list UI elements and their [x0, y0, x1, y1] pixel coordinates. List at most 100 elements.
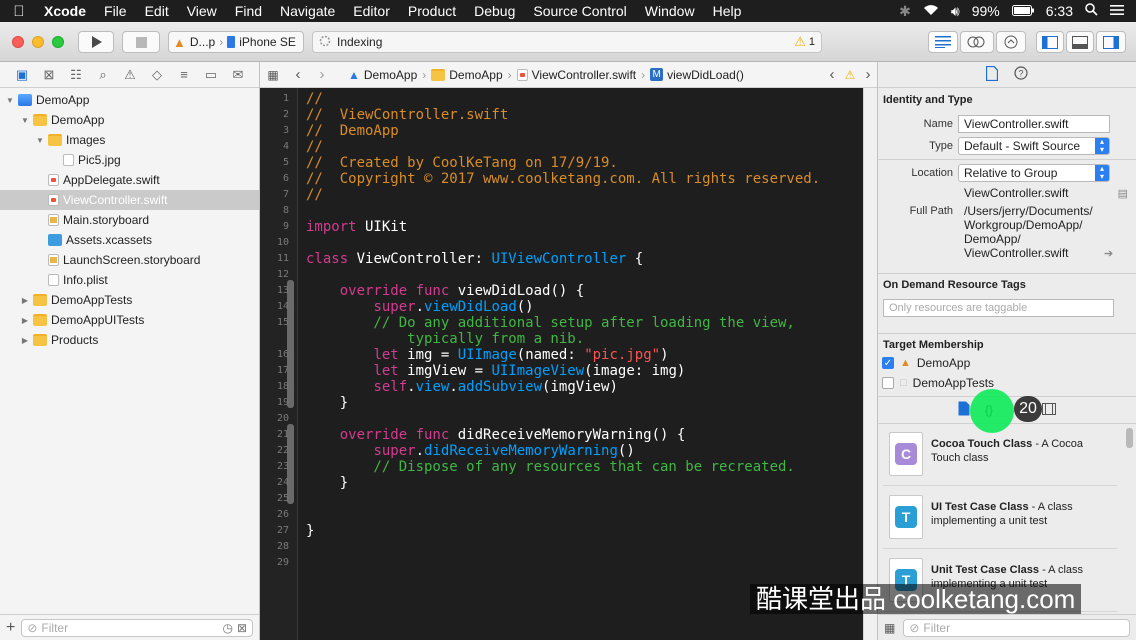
library-filter-input[interactable]: ⊘ Filter	[903, 618, 1130, 637]
add-file-icon[interactable]: +	[6, 619, 15, 637]
line-number: 20	[276, 413, 289, 424]
target-checkbox[interactable]	[882, 377, 894, 389]
tree-row[interactable]: Assets.xcassets	[0, 230, 259, 250]
breadcrumb-group[interactable]: DemoApp	[431, 68, 503, 82]
menu-source-control[interactable]: Source Control	[524, 3, 635, 19]
library-scrollbar[interactable]	[1126, 428, 1133, 448]
tree-row[interactable]: AppDelegate.swift	[0, 170, 259, 190]
tree-row[interactable]: Main.storyboard	[0, 210, 259, 230]
breakpoint-navigator-icon[interactable]: ▭	[203, 67, 219, 83]
debug-navigator-icon[interactable]: ≡	[176, 67, 192, 82]
warning-indicator[interactable]: ⚠ 1	[794, 34, 815, 50]
clock[interactable]: 6:33	[1046, 3, 1073, 19]
menu-find[interactable]: Find	[226, 3, 271, 19]
disclosure-closed-icon[interactable]: ▶	[19, 296, 31, 305]
breadcrumb-project[interactable]: ▲ DemoApp	[348, 68, 417, 82]
tree-row[interactable]: ▶ DemoAppUITests	[0, 310, 259, 330]
tree-row[interactable]: ▼ DemoApp	[0, 110, 259, 130]
notification-center-icon[interactable]	[1110, 3, 1124, 19]
reveal-folder-icon[interactable]: ▤	[1118, 187, 1128, 200]
issue-warning-icon[interactable]: ⚠	[841, 68, 859, 82]
standard-editor-button[interactable]	[928, 31, 958, 53]
menu-debug[interactable]: Debug	[465, 3, 524, 19]
version-editor-button[interactable]	[996, 31, 1026, 53]
target-checkbox[interactable]: ✓	[882, 357, 894, 369]
menu-edit[interactable]: Edit	[136, 3, 178, 19]
menu-navigate[interactable]: Navigate	[271, 3, 344, 19]
wifi-icon[interactable]	[923, 3, 939, 19]
disclosure-open-icon[interactable]: ▼	[34, 136, 46, 145]
zoom-window-button[interactable]	[52, 36, 64, 48]
template-item[interactable]: C Cocoa Touch Class - A Cocoa Touch class	[883, 428, 1117, 486]
breadcrumb-method[interactable]: M viewDidLoad()	[650, 68, 744, 82]
type-popup[interactable]: Default - Swift Source ▴ ▾	[958, 137, 1110, 155]
back-arrow-icon[interactable]: ‹	[286, 66, 310, 83]
media-library-icon[interactable]	[1042, 402, 1056, 418]
tree-row[interactable]: ▶ DemoAppTests	[0, 290, 259, 310]
breadcrumb-file[interactable]: ViewController.swift	[516, 68, 636, 82]
scheme-selector[interactable]: ▲ D...p › iPhone SE	[168, 31, 304, 53]
tree-row[interactable]: ▼ DemoApp	[0, 90, 259, 110]
tree-row-label: Assets.xcassets	[66, 233, 153, 247]
editor-scroller[interactable]	[863, 88, 877, 640]
stop-button[interactable]	[122, 31, 160, 53]
file-inspector-icon[interactable]	[985, 65, 999, 84]
find-navigator-icon[interactable]: ⌕	[95, 67, 111, 83]
quick-help-icon[interactable]: ?	[1014, 66, 1028, 83]
run-button[interactable]	[78, 31, 114, 53]
battery-icon[interactable]	[1011, 3, 1034, 19]
tree-row[interactable]: ▶ Products	[0, 330, 259, 350]
report-navigator-icon[interactable]: ✉	[230, 67, 246, 83]
project-navigator-folder-icon[interactable]: ▣	[14, 67, 30, 83]
apple-menu-icon[interactable]: 	[0, 3, 38, 20]
target-label: DemoApp	[916, 356, 971, 370]
minimize-window-button[interactable]	[32, 36, 44, 48]
file-template-library-icon[interactable]	[958, 401, 970, 419]
issue-navigator-icon[interactable]: ⚠	[122, 67, 138, 83]
symbol-navigator-icon[interactable]: ☷	[68, 67, 84, 83]
related-items-icon[interactable]: ▦	[260, 68, 286, 82]
resource-tags-field[interactable]: Only resources are taggable	[883, 299, 1114, 317]
location-popup[interactable]: Relative to Group ▴ ▾	[958, 164, 1110, 182]
tree-row[interactable]: Pic5.jpg	[0, 150, 259, 170]
menu-window[interactable]: Window	[636, 3, 704, 19]
name-field[interactable]: ViewController.swift	[958, 115, 1110, 133]
modified-files-icon[interactable]: ⊠	[237, 621, 247, 635]
assistant-editor-button[interactable]	[960, 31, 994, 53]
source-control-navigator-icon[interactable]: ⊠	[41, 67, 57, 83]
spotlight-icon[interactable]	[1085, 3, 1098, 19]
navigator-filter-input[interactable]: ⊘ Filter ◷ ⊠	[21, 618, 253, 637]
filter-icon: ⊘	[909, 620, 920, 635]
menu-product[interactable]: Product	[399, 3, 465, 19]
reveal-arrow-icon[interactable]: ➔	[1104, 247, 1113, 260]
source-editor[interactable]: 1 2 3 4 5 6 7 8 9 10 11 12 13 14 15 16 17 18 19 20 21 22 23 24 2…	[260, 88, 863, 640]
forward-arrow-icon[interactable]: ›	[310, 66, 334, 83]
tree-row[interactable]: ▼ Images	[0, 130, 259, 150]
toggle-debug-area-button[interactable]	[1066, 31, 1094, 53]
grid-view-icon[interactable]: ▦	[884, 621, 895, 635]
disclosure-open-icon[interactable]: ▼	[4, 96, 16, 105]
menu-app-name[interactable]: Xcode	[38, 3, 95, 19]
bluetooth-icon[interactable]: ✱	[899, 3, 911, 20]
menu-file[interactable]: File	[95, 3, 136, 19]
disclosure-open-icon[interactable]: ▼	[19, 116, 31, 125]
toggle-utilities-button[interactable]	[1096, 31, 1126, 53]
tree-row[interactable]: LaunchScreen.storyboard	[0, 250, 259, 270]
next-issue-icon[interactable]: ›	[859, 66, 877, 83]
disclosure-closed-icon[interactable]: ▶	[19, 316, 31, 325]
recent-files-icon[interactable]: ◷	[222, 621, 232, 635]
close-window-button[interactable]	[12, 36, 24, 48]
line-number: 1	[282, 93, 289, 104]
disclosure-closed-icon[interactable]: ▶	[19, 336, 31, 345]
previous-issue-icon[interactable]: ‹	[823, 66, 841, 83]
tree-row[interactable]: Info.plist	[0, 270, 259, 290]
tree-row[interactable]: ViewController.swift	[0, 190, 259, 210]
menu-editor[interactable]: Editor	[344, 3, 399, 19]
volume-icon[interactable]: 🔊︎	[951, 3, 960, 20]
toggle-navigator-button[interactable]	[1036, 31, 1064, 53]
test-navigator-icon[interactable]: ◇	[149, 67, 165, 83]
template-item[interactable]: T UI Test Case Class - A class implementin…	[883, 491, 1117, 549]
scheme-name: D...p	[189, 35, 216, 49]
menu-view[interactable]: View	[178, 3, 226, 19]
menu-help[interactable]: Help	[704, 3, 751, 19]
